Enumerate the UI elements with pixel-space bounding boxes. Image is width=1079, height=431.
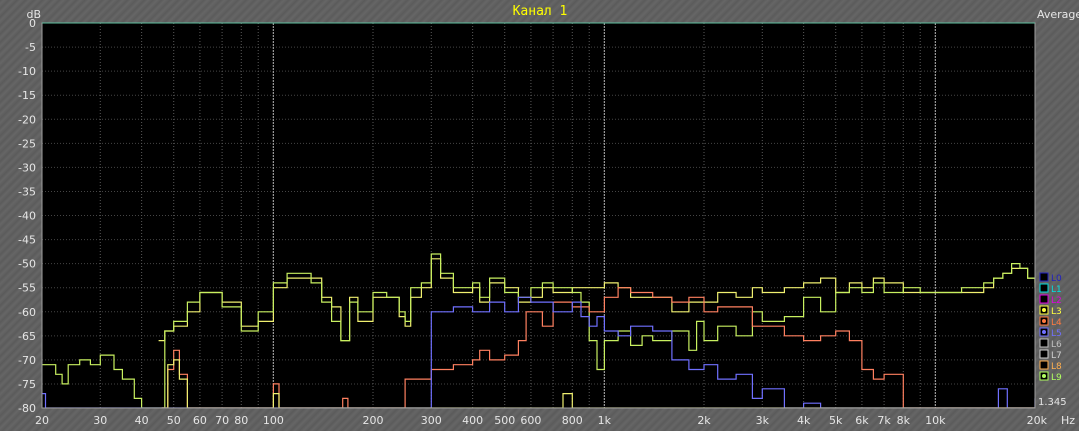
x-tick-label: 800 (562, 414, 583, 427)
spectrum-analyzer-window: 0 -5 -10 -15 -20 -25 -30 -35 -40 -45 -50 -55 -60 -65-… (0, 0, 1079, 431)
legend-label: L3 (1051, 307, 1062, 317)
legend: L0L1L2L3L4L5L6L7L8L9 (1039, 272, 1062, 383)
x-tick-label: 200 (363, 414, 384, 427)
y-tick-label: -70 (18, 354, 36, 367)
x-tick-label: 8k (897, 414, 911, 427)
x-tick-label: 4k (797, 414, 811, 427)
legend-toggle-l0[interactable] (1039, 272, 1049, 282)
y-tick-label: -5 (25, 41, 36, 54)
y-tick-label: -80 (18, 402, 36, 415)
x-tick-label: 2k (697, 414, 711, 427)
x-tick-label: 10k (925, 414, 946, 427)
x-tick-label: 80 (234, 414, 248, 427)
y-axis-label: dB (26, 8, 41, 21)
x-tick-label: 60 (193, 414, 207, 427)
legend-toggle-l8[interactable] (1039, 360, 1049, 370)
legend-marker (1042, 319, 1046, 323)
y-tick-label: -65 (18, 330, 36, 343)
legend-toggle-l6[interactable] (1039, 338, 1049, 348)
legend-label: L2 (1051, 296, 1062, 306)
x-axis-tick-labels: 20 30 40 50 60 70 80 100 200 300 400 500 600 800 1k 2k 3… (35, 414, 1048, 427)
legend-toggle-l2[interactable] (1039, 294, 1049, 304)
x-tick-label: 400 (462, 414, 483, 427)
legend-label: L4 (1051, 318, 1062, 328)
x-tick-label: 1k (598, 414, 612, 427)
legend-toggle-l1[interactable] (1039, 283, 1049, 293)
y-tick-label: -20 (18, 113, 36, 126)
legend-label: L0 (1051, 274, 1062, 284)
y-tick-label: -10 (18, 65, 36, 78)
x-tick-label: 20 (35, 414, 49, 427)
legend-toggle-l7[interactable] (1039, 349, 1049, 359)
legend-label: L5 (1051, 329, 1062, 339)
y-tick-label: -60 (18, 306, 36, 319)
x-tick-label: 100 (263, 414, 284, 427)
x-axis-label: Hz (1061, 414, 1075, 427)
x-tick-label: 5k (829, 414, 843, 427)
x-tick-label: 6k (855, 414, 869, 427)
x-tick-label: 300 (421, 414, 442, 427)
legend-marker (1042, 308, 1046, 312)
x-tick-label: 30 (93, 414, 107, 427)
legend-label: L9 (1051, 373, 1062, 383)
legend-label: L6 (1051, 340, 1062, 350)
x-tick-label: 20k (1027, 414, 1048, 427)
y-tick-label: -55 (18, 282, 36, 295)
plot-area (42, 23, 1035, 408)
y-tick-label: -40 (18, 210, 36, 223)
y-tick-label: -45 (18, 234, 36, 247)
legend-marker (1042, 330, 1046, 334)
y-tick-label: -75 (18, 378, 36, 391)
legend-label: L1 (1051, 285, 1062, 295)
level-readout: 1.345 (1038, 397, 1067, 408)
legend-label: L8 (1051, 362, 1062, 372)
x-tick-label: 7k (877, 414, 891, 427)
mode-label: Average (1037, 8, 1079, 21)
y-tick-label: -15 (18, 89, 36, 102)
y-tick-label: -50 (18, 258, 36, 271)
chart-title: Канал 1 (513, 4, 568, 19)
frequency-response-chart: 0-5-10-15-20-25-30-35-40-45-50-55-60-65-… (18, 4, 1079, 427)
y-tick-label: -25 (18, 137, 36, 150)
x-tick-label: 600 (520, 414, 541, 427)
y-axis-tick-labels: 0-5-10-15-20-25-30-35-40-45-50-55-60-65-… (18, 17, 36, 415)
x-tick-label: 40 (135, 414, 149, 427)
y-tick-label: -35 (18, 185, 36, 198)
x-tick-label: 3k (756, 414, 770, 427)
y-tick-label: -30 (18, 161, 36, 174)
legend-marker (1042, 374, 1046, 378)
x-tick-label: 50 (167, 414, 181, 427)
legend-label: L7 (1051, 351, 1062, 361)
x-tick-label: 500 (494, 414, 515, 427)
x-tick-label: 70 (215, 414, 229, 427)
